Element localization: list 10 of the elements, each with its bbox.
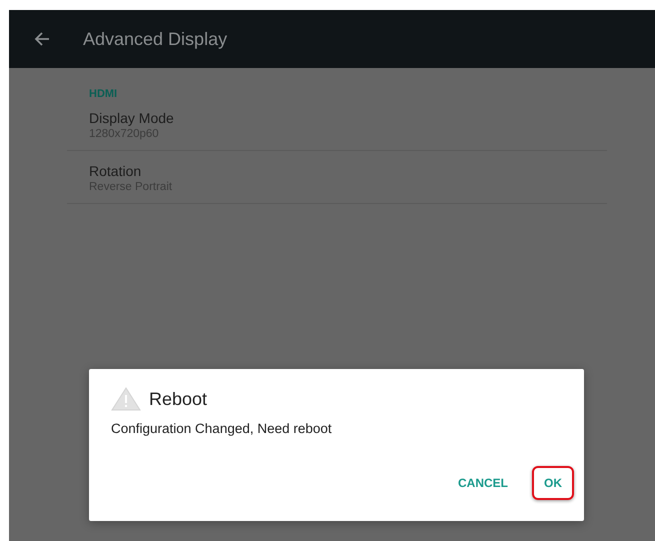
section-header: HDMI [88, 87, 118, 98]
back-arrow-icon[interactable] [34, 32, 50, 46]
dialog-button[interactable]: CANCEL [446, 466, 520, 500]
dialog-button[interactable]: OK [532, 466, 574, 500]
item-title: Display Mode [89, 110, 175, 126]
warning-icon [111, 387, 141, 411]
item-title: Rotation [89, 163, 142, 179]
dialog-message: Configuration Changed, Need reboot [111, 421, 333, 436]
screen-title: Advanced Display [83, 28, 228, 50]
dialog-title: Reboot [149, 388, 208, 410]
